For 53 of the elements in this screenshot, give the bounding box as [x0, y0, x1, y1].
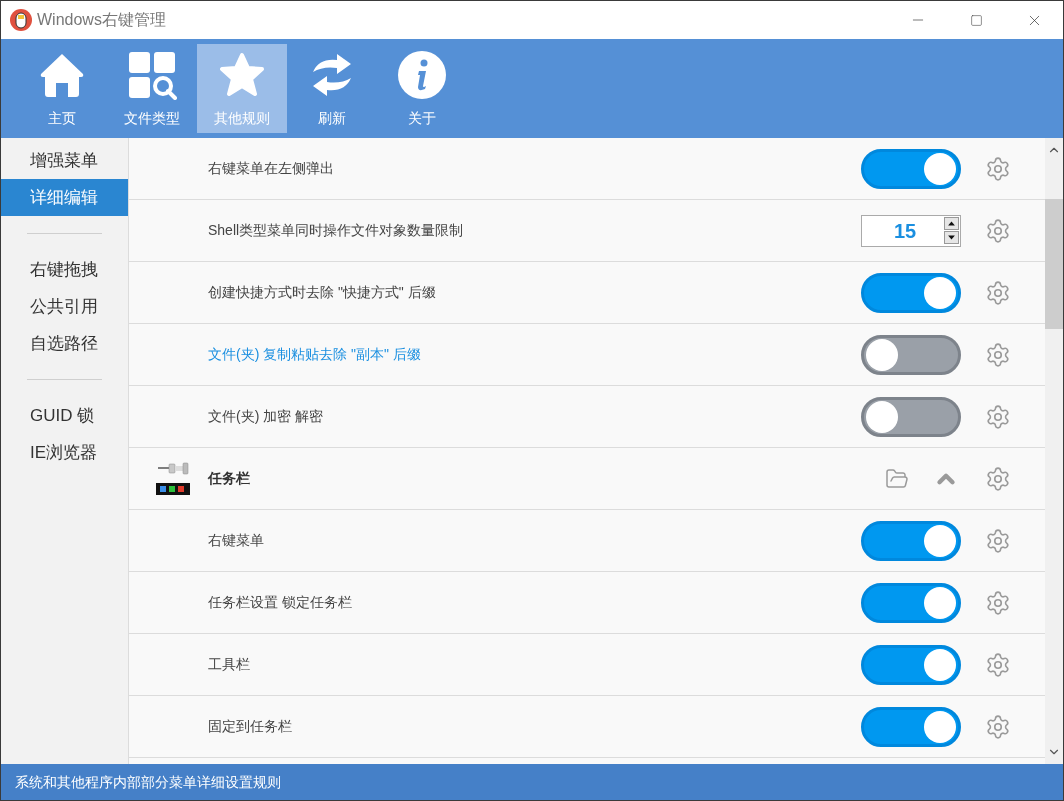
- setting-label: Shell类型菜单同时操作文件对象数量限制: [208, 221, 464, 240]
- grid-search-icon: [127, 50, 177, 100]
- setting-label: 右键菜单在左侧弹出: [208, 159, 334, 178]
- toggle-switch[interactable]: [861, 520, 961, 561]
- toggle-switch[interactable]: [861, 334, 961, 375]
- toolbar-tab[interactable]: 其他规则: [197, 44, 287, 133]
- taskbar-pin-icon: [156, 460, 192, 497]
- settings-icon[interactable]: [985, 527, 1011, 554]
- toggle-switch[interactable]: [861, 396, 961, 437]
- sidebar-item[interactable]: GUID 锁: [1, 397, 128, 434]
- toolbar-tab[interactable]: 主页: [17, 44, 107, 133]
- toggle-switch[interactable]: [861, 582, 961, 623]
- mouse-app-icon: [10, 9, 32, 31]
- toggle-switch[interactable]: [861, 148, 961, 189]
- setting-label: 任务栏设置 锁定任务栏: [208, 593, 352, 612]
- sidebar-item[interactable]: 增强菜单: [1, 142, 128, 179]
- scrollbar-thumb[interactable]: [1045, 199, 1063, 329]
- status-text: 系统和其他程序内部部分菜单详细设置规则: [15, 772, 281, 792]
- setting-label: 创建快捷方式时去除 "快捷方式" 后缀: [208, 283, 436, 302]
- setting-label: 文件(夹) 复制粘贴去除 "副本" 后缀: [208, 345, 421, 364]
- setting-label: 右键菜单: [208, 531, 264, 550]
- setting-label: 文件(夹) 加密 解密: [208, 407, 324, 426]
- settings-icon[interactable]: [985, 217, 1011, 244]
- settings-icon[interactable]: [985, 341, 1011, 368]
- sidebar-item[interactable]: 详细编辑: [1, 179, 128, 216]
- toggle-switch[interactable]: [861, 706, 961, 747]
- number-spinner[interactable]: 15: [861, 214, 961, 247]
- setting-label: 工具栏: [208, 655, 250, 674]
- settings-icon[interactable]: [985, 403, 1011, 430]
- sidebar-item[interactable]: 右键拖拽: [1, 251, 128, 288]
- toolbar-tab[interactable]: 文件类型: [107, 44, 197, 133]
- spin-up-icon[interactable]: [944, 216, 959, 230]
- settings-icon[interactable]: [985, 651, 1011, 678]
- toggle-switch[interactable]: [861, 272, 961, 313]
- settings-icon[interactable]: [985, 155, 1011, 182]
- settings-icon[interactable]: [985, 713, 1011, 740]
- settings-icon[interactable]: [985, 279, 1011, 306]
- toggle-switch[interactable]: [861, 644, 961, 685]
- sidebar-item[interactable]: 公共引用: [1, 288, 128, 325]
- info-icon: [397, 50, 447, 100]
- folder-icon[interactable]: [885, 466, 909, 491]
- scrollbar[interactable]: [1045, 138, 1063, 764]
- toolbar-tab[interactable]: 刷新: [287, 44, 377, 133]
- settings-icon[interactable]: [985, 465, 1011, 492]
- group-title: 任务栏: [208, 469, 250, 488]
- maximize-icon[interactable]: [969, 13, 983, 27]
- settings-icon[interactable]: [985, 589, 1011, 616]
- setting-label: 固定到任务栏: [208, 717, 292, 736]
- toolbar-tab[interactable]: 关于: [377, 44, 467, 133]
- spin-down-icon[interactable]: [944, 230, 959, 244]
- sidebar-item[interactable]: IE浏览器: [1, 434, 128, 471]
- window-title: Windows右键管理: [37, 10, 166, 30]
- sidebar-item[interactable]: 自选路径: [1, 325, 128, 362]
